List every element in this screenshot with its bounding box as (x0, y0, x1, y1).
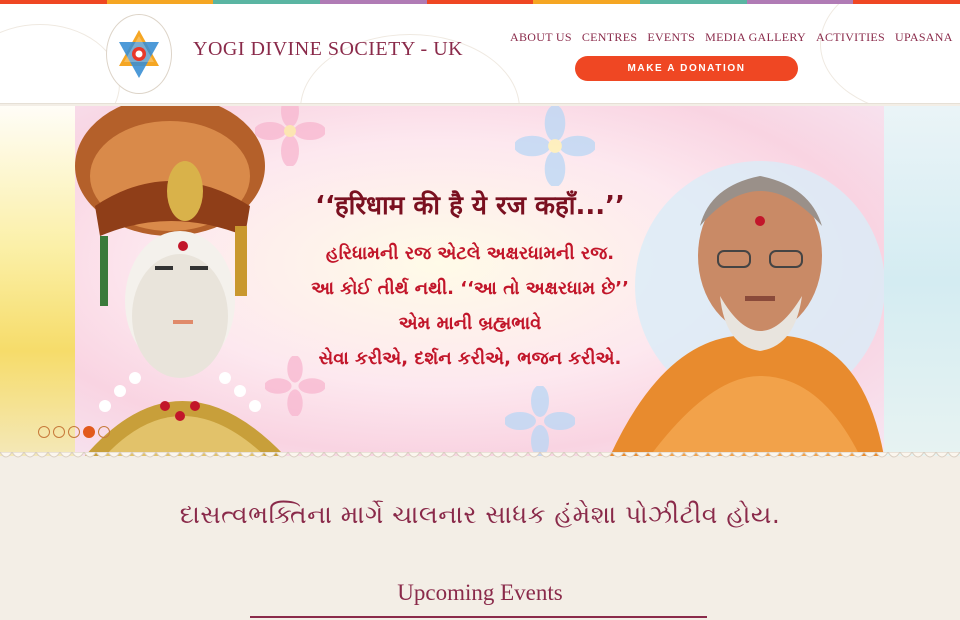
nav-about-us[interactable]: ABOUT US (505, 30, 577, 45)
main-nav: ABOUT US CENTRES EVENTS MEDIA GALLERY AC… (505, 30, 958, 45)
donate-button[interactable]: MAKE A DONATION (575, 56, 798, 81)
slider-dot[interactable] (53, 426, 65, 438)
flower-decoration-icon (515, 106, 595, 186)
site-logo[interactable] (106, 14, 172, 94)
flower-decoration-icon (505, 386, 575, 456)
next-slide-peek[interactable] (884, 106, 960, 456)
events-list-container (250, 616, 707, 620)
hero-slider[interactable]: ‘‘हरिधाम की है ये रज कहाँ...’’ હરિધામની … (0, 106, 960, 456)
slider-dot[interactable] (83, 426, 95, 438)
scalloped-divider (0, 452, 960, 458)
slider-pagination (38, 426, 110, 438)
slide-banner[interactable]: ‘‘हरिधाम की है ये रज कहाँ...’’ હરિધામની … (75, 106, 884, 456)
star-of-david-logo-icon (119, 30, 159, 78)
nav-centres[interactable]: CENTRES (577, 30, 642, 45)
slider-dot[interactable] (68, 426, 80, 438)
nav-activities[interactable]: ACTIVITIES (811, 30, 890, 45)
slide-line: હરિધામની રજ એટલે અક્ષરધામની રજ. (325, 243, 615, 264)
slide-headline: ‘‘हरिधाम की है ये रज कहाँ...’’ (315, 191, 625, 221)
section-title-upcoming-events: Upcoming Events (397, 580, 563, 605)
site-header: YOGI DIVINE SOCIETY - UK ABOUT US CENTRE… (0, 4, 960, 104)
nav-upasana[interactable]: UPASANA (890, 30, 958, 45)
slide-text: ‘‘हरिधाम की है ये रज कहाँ...’’ હરિધામની … (255, 186, 685, 376)
site-brand-name[interactable]: YOGI DIVINE SOCIETY - UK (193, 38, 463, 61)
header-decoration (820, 4, 960, 103)
prev-slide-peek[interactable] (0, 106, 75, 456)
slider-dot[interactable] (38, 426, 50, 438)
header-decoration (0, 24, 120, 103)
slide-line: એમ માની બ્રહ્મભાવે (398, 313, 542, 334)
nav-events[interactable]: EVENTS (642, 30, 700, 45)
quote-of-the-day: દાસત્વભક્તિના માર્ગે ચાલનાર સાધક હંમેશા … (179, 500, 781, 529)
nav-media-gallery[interactable]: MEDIA GALLERY (700, 30, 811, 45)
slider-dot[interactable] (98, 426, 110, 438)
slide-line: સેવા કરીએ, દર્શન કરીએ, ભજન કરીએ. (318, 348, 622, 369)
slide-line: આ કોઈ તીર્થ નથી. ‘‘આ તો અક્ષરધામ છે’’ (311, 278, 629, 299)
